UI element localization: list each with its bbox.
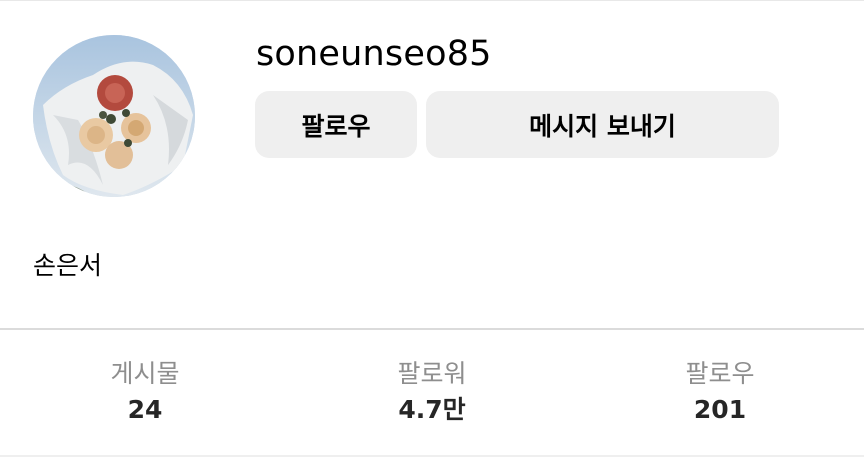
top-divider <box>0 0 864 1</box>
stat-following[interactable]: 팔로우 201 <box>620 356 820 428</box>
follow-button[interactable]: 팔로우 <box>255 91 417 158</box>
avatar[interactable] <box>33 35 195 197</box>
full-name: 손은서 <box>33 251 103 280</box>
stat-followers[interactable]: 팔로워 4.7만 <box>332 356 532 428</box>
avatar-photo <box>33 35 195 197</box>
stat-following-count: 201 <box>693 395 747 424</box>
stat-posts-label: 게시물 <box>110 359 180 388</box>
stat-followers-count: 4.7만 <box>398 395 466 424</box>
send-message-button[interactable]: 메시지 보내기 <box>426 91 779 158</box>
profile-page: soneunseo85 팔로우 메시지 보내기 손은서 게시물 24 팔로워 4… <box>0 0 864 457</box>
stat-posts[interactable]: 게시물 24 <box>45 356 245 428</box>
stats-divider <box>0 328 864 330</box>
stat-posts-count: 24 <box>127 395 163 424</box>
stat-followers-label: 팔로워 <box>397 359 467 388</box>
stat-following-label: 팔로우 <box>685 359 755 388</box>
username: soneunseo85 <box>256 34 492 74</box>
